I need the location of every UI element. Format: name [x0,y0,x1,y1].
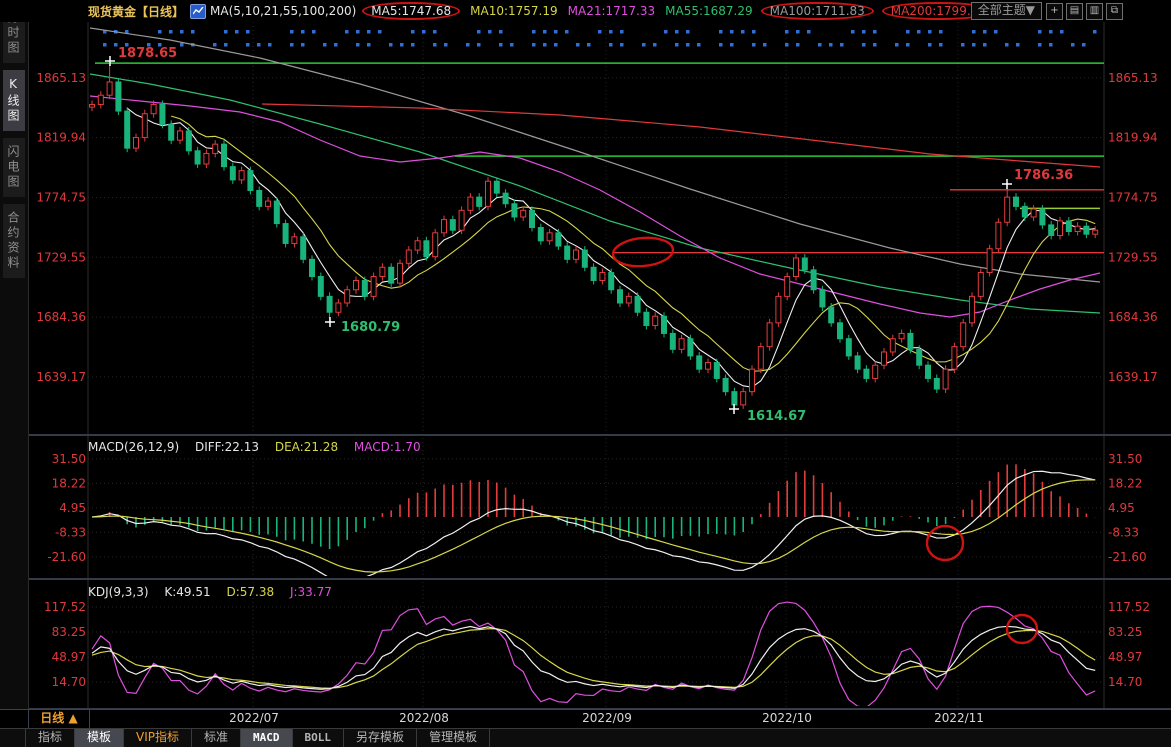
sidebar-item-合约资料[interactable]: 合约资料 [3,204,25,278]
svg-text:1774.75: 1774.75 [36,190,86,204]
fit-horizontal-icon[interactable]: ▥ [1086,2,1103,20]
svg-text:1774.75: 1774.75 [1108,190,1158,204]
toolbar-tab-标准[interactable]: 标准 [192,729,242,747]
pane-separator[interactable] [28,578,1171,580]
kdj-params[interactable]: KDJ(9,3,3) [88,585,149,599]
ma-value-label: MA100:1711.83 [760,2,874,20]
kdj-pane-header: KDJ(9,3,3) K:49.51 D:57.38 J:33.77 [88,585,344,599]
kdj-k-value: K:49.51 [164,585,211,599]
toolbar-tab-VIP指标[interactable]: VIP指标 [124,729,193,747]
date-label: 2022/09 [582,711,632,725]
date-label: 2022/10 [762,711,812,725]
ma-value-label: MA5:1747.68 [362,2,461,20]
macd-pane [91,464,1096,576]
svg-text:14.70: 14.70 [1108,675,1142,689]
sidebar-item-闪电图[interactable]: 闪电图 [3,138,25,197]
svg-text:1680.79: 1680.79 [341,320,400,335]
svg-text:18.22: 18.22 [52,476,86,490]
svg-text:1684.36: 1684.36 [36,310,86,324]
kdj-j-value: J:33.77 [289,585,332,599]
sidebar-item-K线图[interactable]: K线图 [3,70,25,131]
date-label: 2022/07 [229,711,279,725]
macd-params[interactable]: MACD(26,12,9) [88,440,179,454]
bottom-toolbar: 指标 模板 VIP指标 标准 MACD BOLL 另存模板 管理模板 [0,728,1171,747]
fit-vertical-icon[interactable]: ▤ [1066,2,1083,20]
pane-separator[interactable] [28,434,1171,436]
period-selector[interactable]: 日线 ▲ [29,710,90,728]
kdj-pane [91,601,1096,706]
ma-value-label: MA21:1717.33 [567,4,656,18]
time-axis-row: 日线 ▲ 2022/07 2022/08 2022/09 2022/10 2022/11 [0,709,1171,729]
header-icons: + ▤ ▥ ⧉ [1046,2,1123,20]
svg-text:48.97: 48.97 [52,650,86,664]
toolbar-tab-指标[interactable]: 指标 [26,729,76,747]
chart-header: 现货黄金【日线】 MA(5,10,21,55,100,200) MA5:1747… [0,0,1171,22]
chart-canvas[interactable]: 1910.331910.331865.131865.131819.941819.… [0,0,1171,747]
svg-text:31.50: 31.50 [52,452,86,466]
ma-settings-label[interactable]: MA(5,10,21,55,100,200) [210,4,356,18]
svg-text:117.52: 117.52 [1108,600,1150,614]
svg-text:31.50: 31.50 [1108,452,1142,466]
ma-value-label: MA10:1757.19 [470,4,558,18]
svg-text:117.52: 117.52 [44,600,86,614]
new-window-icon[interactable]: ⧉ [1106,2,1123,20]
svg-text:18.22: 18.22 [1108,476,1142,490]
svg-text:1819.94: 1819.94 [36,131,86,145]
svg-text:4.95: 4.95 [1108,501,1135,515]
svg-text:1614.67: 1614.67 [747,409,806,424]
svg-text:-8.33: -8.33 [55,525,86,539]
svg-text:-21.60: -21.60 [1108,550,1147,564]
date-axis: 2022/07 2022/08 2022/09 2022/10 2022/11 [90,710,1171,728]
svg-text:83.25: 83.25 [52,625,86,639]
indicator-icon[interactable] [190,3,207,19]
theme-dropdown-button[interactable]: 全部主题▼ [970,2,1042,20]
date-label: 2022/08 [399,711,449,725]
toolbar-tab-MACD[interactable]: MACD [241,729,293,747]
chart-type-sidebar: 分时图 K线图 闪电图 合约资料 [0,0,29,710]
svg-text:83.25: 83.25 [1108,625,1142,639]
macd-pane-header: MACD(26,12,9) DIFF:22.13 DEA:21.28 MACD:… [88,440,433,454]
toolbar-tab-模板[interactable]: 模板 [75,729,125,747]
ma-values: MA5:1747.68 MA10:1757.19 MA21:1717.33 MA55:… [362,2,1005,20]
svg-text:1786.36: 1786.36 [1014,168,1073,183]
toolbar-tab-BOLL[interactable]: BOLL [293,729,345,747]
svg-text:1878.65: 1878.65 [118,46,177,61]
ma5-line [126,107,1096,388]
svg-text:1865.13: 1865.13 [36,71,86,85]
svg-text:-8.33: -8.33 [1108,525,1139,539]
svg-text:4.95: 4.95 [59,501,86,515]
ma-lines [89,27,1101,388]
svg-text:48.97: 48.97 [1108,650,1142,664]
toolbar-tab-另存模板[interactable]: 另存模板 [344,729,418,747]
svg-text:1684.36: 1684.36 [1108,310,1158,324]
ma-value-label: MA55:1687.29 [665,4,753,18]
svg-text:-21.60: -21.60 [47,550,86,564]
signal-dots [103,30,1097,47]
crosshair-icon[interactable]: + [1046,2,1063,20]
instrument-title: 现货黄金【日线】 [88,4,185,19]
svg-text:1729.55: 1729.55 [36,250,86,264]
date-label: 2022/11 [934,711,984,725]
svg-text:1639.17: 1639.17 [1108,370,1158,384]
kdj-d-value: D:57.38 [226,585,275,599]
svg-text:14.70: 14.70 [52,675,86,689]
svg-text:1639.17: 1639.17 [36,370,86,384]
macd-dea-value: DEA:21.28 [274,440,339,454]
toolbar-tab-管理模板[interactable]: 管理模板 [417,729,491,747]
svg-text:1865.13: 1865.13 [1108,71,1158,85]
macd-diff-value: DIFF:22.13 [194,440,260,454]
macd-macd-value: MACD:1.70 [353,440,421,454]
svg-text:1729.55: 1729.55 [1108,250,1158,264]
svg-text:1819.94: 1819.94 [1108,131,1158,145]
